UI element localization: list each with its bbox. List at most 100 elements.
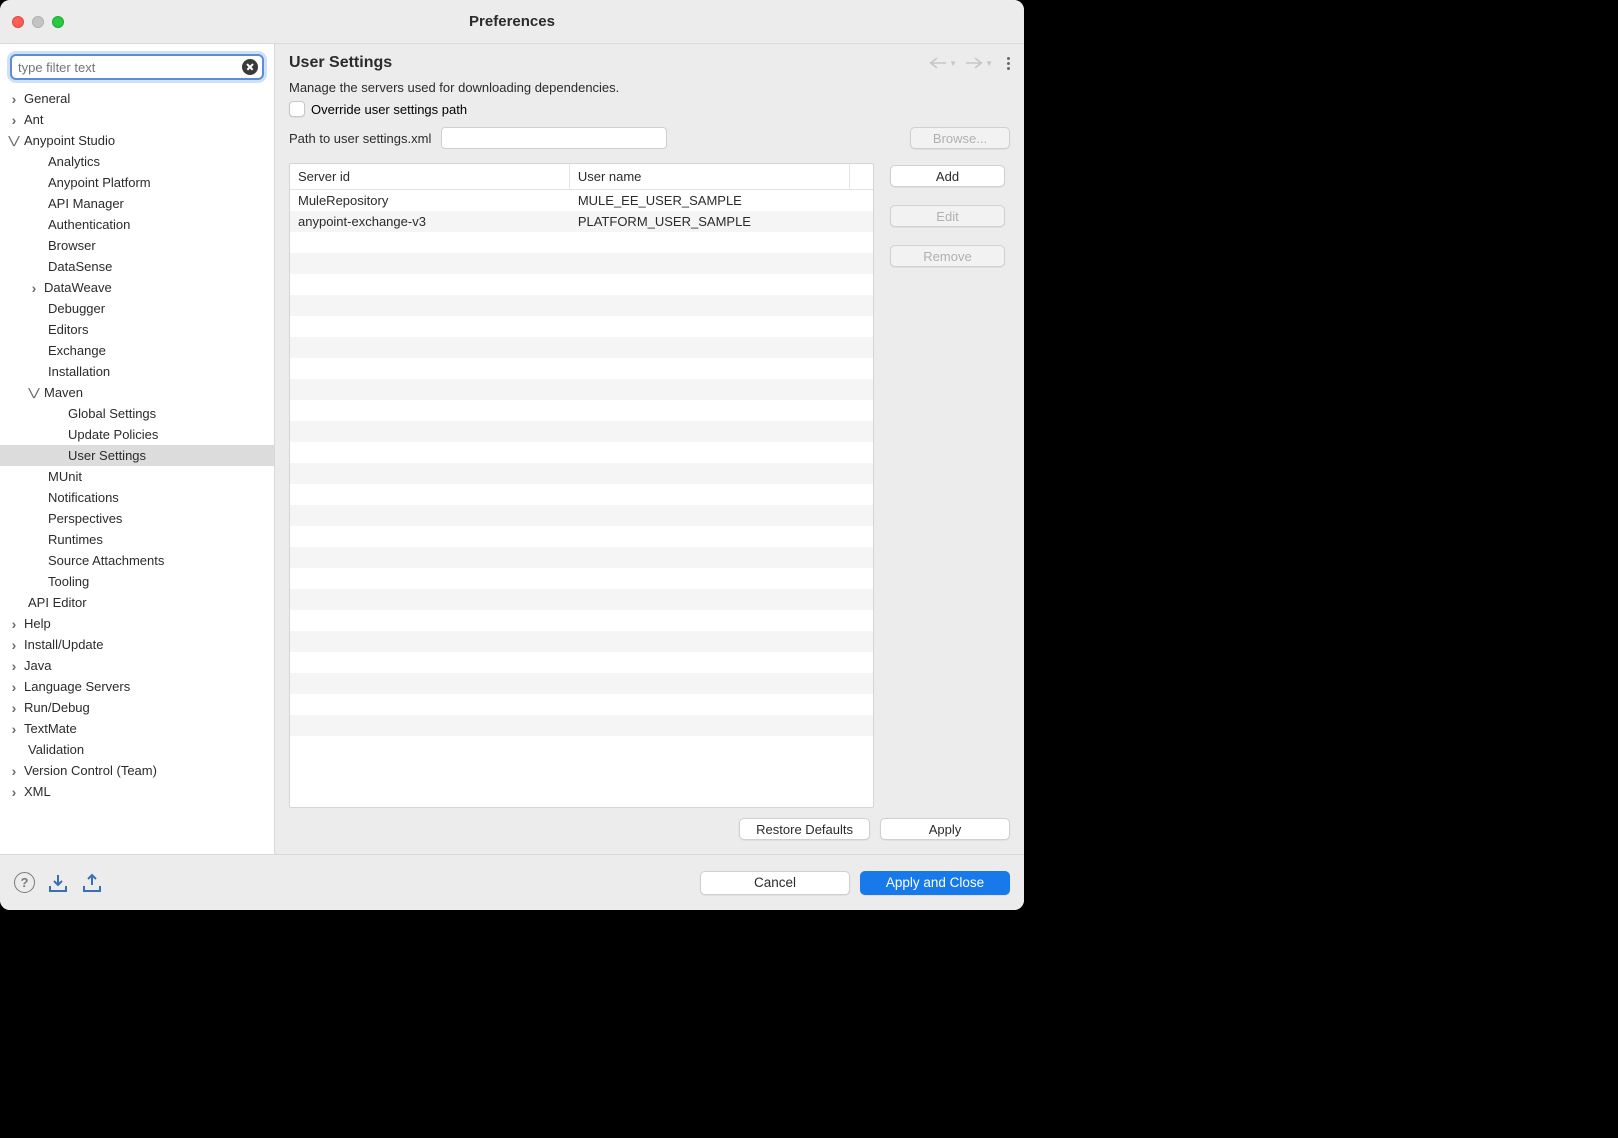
tree-item-label: Java [22,658,51,673]
tree-item[interactable]: ⋁Maven [0,382,274,403]
preferences-tree[interactable]: ›General›Ant⋁Anypoint Studio Analytics Any… [0,86,274,854]
cell-server-id [290,358,570,379]
cell-user-name [570,484,850,505]
page-description: Manage the servers used for downloading … [289,80,1010,95]
chevron-right-icon[interactable]: › [6,679,22,695]
tree-item[interactable]: DataSense [0,256,274,277]
tree-item[interactable]: ›TextMate [0,718,274,739]
chevron-right-icon[interactable]: › [6,658,22,674]
chevron-right-icon[interactable]: › [6,700,22,716]
back-button[interactable]: ▼ [929,56,957,70]
tree-item[interactable]: Debugger [0,298,274,319]
table-row [290,232,873,253]
tree-item[interactable]: ›Ant [0,109,274,130]
table-body: MuleRepositoryMULE_EE_USER_SAMPLEanypoin… [290,190,873,807]
servers-table[interactable]: Server id User name MuleRepositoryMULE_E… [289,163,874,808]
column-user-name[interactable]: User name [570,164,850,189]
maximize-window-button[interactable] [52,16,64,28]
column-server-id[interactable]: Server id [290,164,570,189]
chevron-right-icon[interactable]: › [6,784,22,800]
table-row [290,358,873,379]
tree-item[interactable]: ›Version Control (Team) [0,760,274,781]
close-window-button[interactable] [12,16,24,28]
filter-box[interactable] [10,54,264,80]
tree-item-label: MUnit [46,469,82,484]
tree-item[interactable]: Tooling [0,571,274,592]
minimize-window-button[interactable] [32,16,44,28]
path-label: Path to user settings.xml [289,131,431,146]
tree-item[interactable]: Exchange [0,340,274,361]
tree-item[interactable]: Source Attachments [0,550,274,571]
tree-item[interactable]: ›Install/Update [0,634,274,655]
table-row [290,295,873,316]
tree-item[interactable]: Browser [0,235,274,256]
tree-item[interactable]: Perspectives [0,508,274,529]
dropdown-icon: ▼ [985,59,993,68]
tree-item[interactable]: Analytics [0,151,274,172]
browse-button[interactable]: Browse... [910,127,1010,149]
titlebar: Preferences [0,0,1024,44]
tree-item[interactable]: ›Help [0,613,274,634]
forward-button[interactable]: ▼ [965,56,993,70]
table-row[interactable]: MuleRepositoryMULE_EE_USER_SAMPLE [290,190,873,211]
cell-user-name [570,610,850,631]
path-input[interactable] [441,127,666,149]
tree-item-label: Installation [46,364,110,379]
import-icon[interactable] [47,873,69,893]
table-area: Server id User name MuleRepositoryMULE_E… [289,163,1010,808]
tree-item[interactable]: ›Java [0,655,274,676]
table-row [290,610,873,631]
tree-item[interactable]: ›DataWeave [0,277,274,298]
tree-item[interactable]: API Editor [0,592,274,613]
tree-item[interactable]: API Manager [0,193,274,214]
remove-button[interactable]: Remove [890,245,1005,267]
chevron-down-icon[interactable]: ⋁ [4,134,25,147]
help-icon[interactable]: ? [14,872,35,893]
cell-server-id [290,379,570,400]
view-menu-button[interactable] [1007,57,1010,70]
table-row [290,379,873,400]
tree-item[interactable]: Authentication [0,214,274,235]
chevron-right-icon[interactable]: › [6,616,22,632]
tree-item[interactable]: ›Language Servers [0,676,274,697]
apply-button[interactable]: Apply [880,818,1010,840]
tree-item[interactable]: Editors [0,319,274,340]
tree-item[interactable]: Notifications [0,487,274,508]
tree-item[interactable]: MUnit [0,466,274,487]
cell-user-name [570,694,850,715]
restore-defaults-button[interactable]: Restore Defaults [739,818,870,840]
table-row [290,694,873,715]
tree-item[interactable]: ›Run/Debug [0,697,274,718]
clear-filter-icon[interactable] [242,59,258,75]
chevron-right-icon[interactable]: › [6,637,22,653]
tree-item[interactable]: ⋁Anypoint Studio [0,130,274,151]
tree-item-label: Runtimes [46,532,103,547]
chevron-right-icon[interactable]: › [26,280,42,296]
edit-button[interactable]: Edit [890,205,1005,227]
tree-item[interactable]: Global Settings [0,403,274,424]
tree-item[interactable]: Runtimes [0,529,274,550]
tree-item[interactable]: Anypoint Platform [0,172,274,193]
chevron-right-icon[interactable]: › [6,721,22,737]
chevron-right-icon[interactable]: › [6,112,22,128]
tree-item[interactable]: Update Policies [0,424,274,445]
chevron-right-icon[interactable]: › [6,763,22,779]
apply-and-close-button[interactable]: Apply and Close [860,871,1010,895]
add-button[interactable]: Add [890,165,1005,187]
cancel-button[interactable]: Cancel [700,871,850,895]
tree-item[interactable]: ›General [0,88,274,109]
tree-item[interactable]: Validation [0,739,274,760]
table-row[interactable]: anypoint-exchange-v3PLATFORM_USER_SAMPLE [290,211,873,232]
cell-user-name [570,673,850,694]
override-checkbox[interactable] [289,101,305,117]
tree-item[interactable]: User Settings [0,445,274,466]
filter-input[interactable] [18,60,236,75]
chevron-down-icon[interactable]: ⋁ [24,386,45,399]
tree-item-label: XML [22,784,51,799]
tree-item[interactable]: ›XML [0,781,274,802]
tree-item-label: Analytics [46,154,100,169]
export-icon[interactable] [81,873,103,893]
chevron-right-icon[interactable]: › [6,91,22,107]
tree-item[interactable]: Installation [0,361,274,382]
table-row [290,274,873,295]
